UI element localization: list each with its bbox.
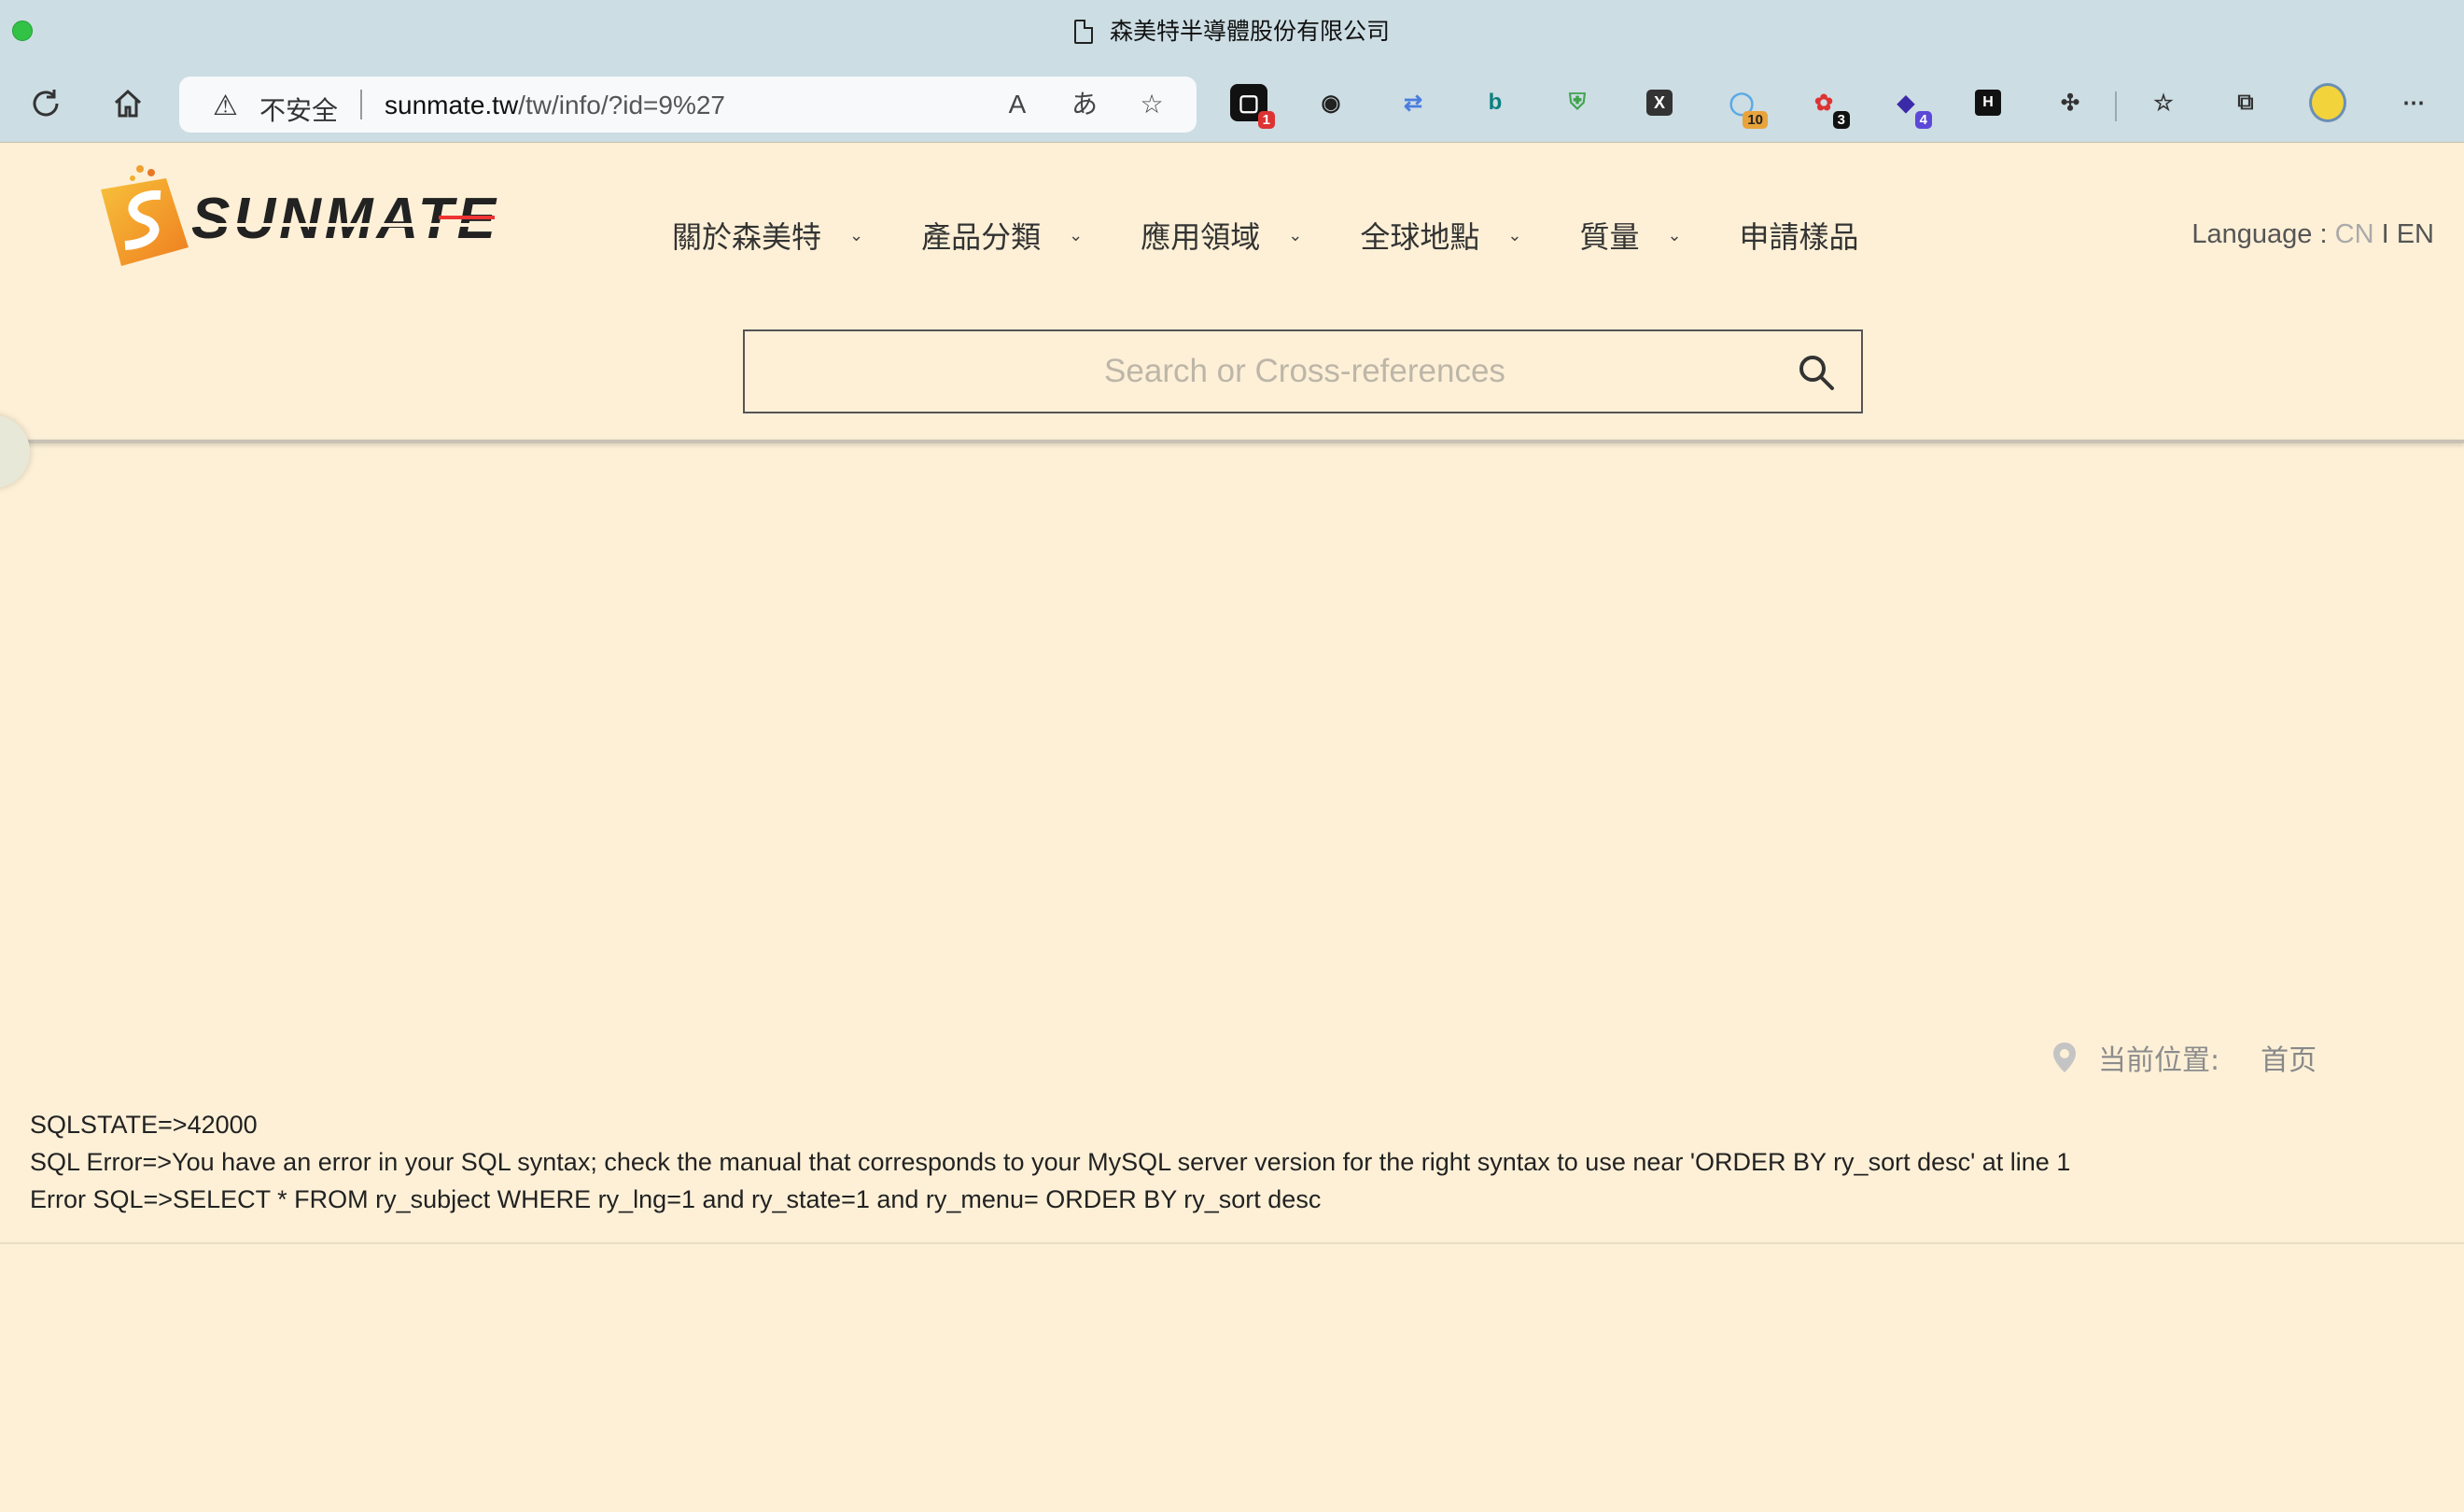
header-divider: [0, 440, 2464, 443]
nav-locations[interactable]: 全球地點 ⌄: [1360, 214, 1521, 257]
security-label[interactable]: 不安全: [259, 91, 338, 128]
address-bar[interactable]: ⚠ 不安全 sunmate.tw/tw/info/?id=9%27 A あ ☆: [179, 77, 1197, 133]
document-icon: [1073, 20, 1093, 44]
title-bar: 森美特半導體股份有限公司: [0, 0, 2464, 62]
translate-icon[interactable]: あ: [1066, 86, 1103, 123]
search-icon[interactable]: [1796, 352, 1837, 393]
lang-en-link[interactable]: EN: [2397, 219, 2434, 249]
chevron-down-icon: ⌄: [1507, 225, 1522, 245]
nav-quality[interactable]: 質量 ⌄: [1579, 214, 1681, 257]
main-nav: 關於森美特 ⌄ 產品分類 ⌄ 應用領域 ⌄ 全球地點 ⌄ 質量 ⌄ 申請樣品: [672, 214, 1917, 257]
extension-1-icon[interactable]: ▢ 1: [1230, 84, 1275, 129]
warning-icon: ⚠: [213, 91, 238, 121]
breadcrumb-home-link[interactable]: 首页: [2261, 1037, 2317, 1078]
browser-chrome: 森美特半導體股份有限公司 ⚠ 不安全 sunmate.tw/tw/info/?i…: [0, 0, 2464, 142]
extension-purple-icon[interactable]: ◆ 4: [1887, 84, 1932, 129]
read-aloud-icon[interactable]: A: [999, 86, 1036, 123]
url-text[interactable]: sunmate.tw/tw/info/?id=9%27: [385, 91, 725, 120]
location-pin-icon: [2053, 1043, 2076, 1072]
extensions-puzzle-icon[interactable]: ✣: [2051, 84, 2089, 121]
breadcrumb: 当前位置: 首页: [2051, 1037, 2317, 1078]
more-menu-icon[interactable]: ⋯: [2395, 84, 2432, 121]
sql-error-message: SQLSTATE=>42000 SQL Error=>You have an e…: [30, 1106, 2070, 1218]
extension-repeat-icon[interactable]: ⇄: [1394, 84, 1432, 121]
error-line-3: Error SQL=>SELECT * FROM ry_subject WHER…: [30, 1185, 1322, 1213]
lang-cn-link[interactable]: CN: [2335, 219, 2374, 249]
collections-icon[interactable]: ⧉: [2227, 84, 2264, 121]
nav-applications[interactable]: 應用領域 ⌄: [1141, 214, 1302, 257]
reload-icon[interactable]: [24, 82, 67, 125]
extension-h-icon[interactable]: H: [1969, 84, 2007, 121]
divider: [360, 90, 362, 119]
search-box: [743, 329, 1863, 413]
search-input[interactable]: [745, 331, 1771, 412]
browser-toolbar: ⚠ 不安全 sunmate.tw/tw/info/?id=9%27 A あ ☆ …: [0, 67, 2464, 142]
chevron-down-icon: ⌄: [1667, 225, 1682, 245]
content-divider: [0, 1242, 2464, 1244]
extension-red-icon[interactable]: ✿ 3: [1805, 84, 1850, 129]
toolbar-divider: [2115, 91, 2117, 121]
nav-products[interactable]: 產品分類 ⌄: [921, 214, 1083, 257]
chevron-down-icon: ⌄: [849, 225, 864, 245]
web-page: SUNMATE 關於森美特 ⌄ 產品分類 ⌄ 應用領域 ⌄ 全球地點 ⌄ 質量 ⌄ 申請樣…: [0, 142, 2464, 1512]
breadcrumb-label: 当前位置:: [2098, 1044, 2220, 1077]
error-line-2: SQL Error=>You have an error in your SQL…: [30, 1148, 2071, 1176]
extension-circle-icon[interactable]: ◯ 10: [1723, 84, 1768, 129]
extension-glasses-icon[interactable]: ◉: [1312, 84, 1350, 121]
tab-title: 森美特半導體股份有限公司: [0, 13, 2464, 47]
profile-avatar[interactable]: [2309, 83, 2346, 122]
x-icon[interactable]: X: [1641, 84, 1678, 121]
chevron-down-icon: ⌄: [1069, 225, 1084, 245]
lang-separator: I: [2381, 219, 2389, 249]
favorites-icon[interactable]: ☆: [2145, 84, 2182, 121]
shield-icon[interactable]: ⛨: [1559, 84, 1596, 121]
language-switcher: Language : CN I EN: [2191, 219, 2434, 249]
side-float-button[interactable]: [0, 415, 30, 488]
home-icon[interactable]: [106, 82, 149, 125]
bing-icon[interactable]: b: [1477, 84, 1514, 121]
nav-request-sample[interactable]: 申請樣品: [1740, 214, 1859, 257]
error-line-1: SQLSTATE=>42000: [30, 1111, 258, 1139]
nav-about[interactable]: 關於森美特 ⌄: [672, 214, 863, 257]
sunmate-logo[interactable]: SUNMATE: [84, 161, 504, 273]
add-favorite-icon[interactable]: ☆: [1133, 86, 1170, 123]
chevron-down-icon: ⌄: [1288, 225, 1303, 245]
